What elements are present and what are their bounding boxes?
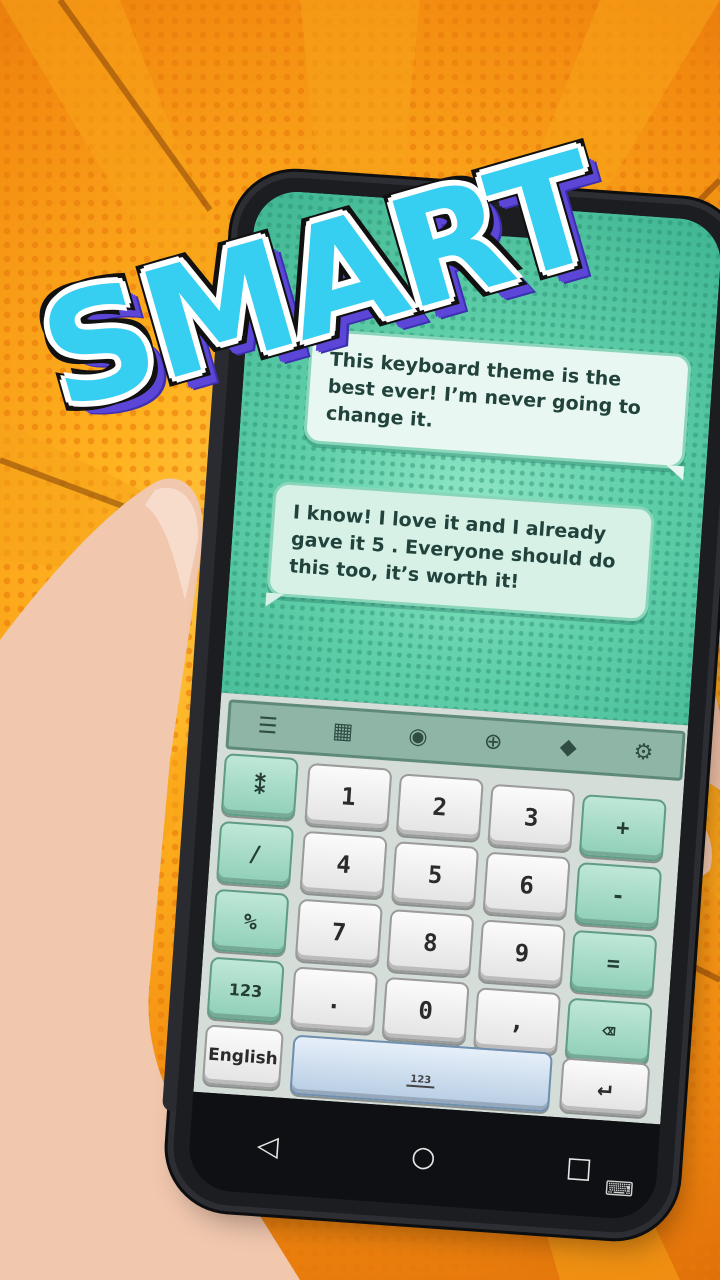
key-5[interactable]: 5: [391, 841, 480, 909]
key-minus[interactable]: -: [574, 861, 663, 930]
keyboard-icon[interactable]: ⌨: [604, 1176, 634, 1202]
key-language-english[interactable]: English: [201, 1024, 284, 1090]
message-text-1: This keyboard theme is the best ever! I’…: [325, 348, 642, 432]
key-comma[interactable]: ,: [473, 987, 562, 1055]
keypad: ⁑ 1 2 3 + / 4 5 6 - % 7 8 9 = 123 . 0 , …: [201, 753, 676, 1119]
backspace-icon[interactable]: ⌫: [564, 997, 653, 1066]
menu-icon[interactable]: ☰: [253, 712, 283, 742]
key-9[interactable]: 9: [477, 919, 566, 988]
chat-area: This keyboard theme is the best ever! I’…: [221, 188, 720, 726]
phone-screen: This keyboard theme is the best ever! I’…: [186, 188, 720, 1222]
enter-icon[interactable]: ↵: [558, 1057, 651, 1118]
message-text-2: I know! I love it and I already gave it …: [288, 501, 617, 594]
key-123[interactable]: 123: [206, 956, 285, 1024]
diamond-icon[interactable]: ◆: [553, 733, 583, 763]
key-7[interactable]: 7: [294, 898, 383, 967]
key-1[interactable]: 1: [304, 762, 393, 831]
back-triangle-icon[interactable]: ◁: [246, 1124, 289, 1167]
key-0[interactable]: 0: [381, 976, 470, 1045]
key-4[interactable]: 4: [299, 830, 388, 899]
sticker-icon[interactable]: ⊕: [478, 728, 508, 758]
key-6[interactable]: 6: [482, 851, 571, 920]
key-equals[interactable]: =: [569, 929, 658, 998]
space-label: 123: [405, 1073, 436, 1089]
theme-icon[interactable]: ▦: [328, 717, 358, 747]
key-slash[interactable]: /: [216, 820, 295, 888]
key-percent[interactable]: %: [211, 888, 290, 956]
key-symbols[interactable]: ⁑: [220, 753, 299, 821]
key-period[interactable]: .: [290, 966, 379, 1035]
key-plus[interactable]: +: [578, 794, 667, 862]
key-8[interactable]: 8: [386, 909, 475, 977]
settings-icon[interactable]: ⚙: [628, 738, 658, 768]
key-3[interactable]: 3: [487, 783, 576, 852]
recents-square-icon[interactable]: □: [558, 1146, 601, 1189]
microphone-icon[interactable]: ◉: [403, 723, 433, 753]
phone: This keyboard theme is the best ever! I’…: [161, 173, 720, 1237]
keyboard: ☰ ▦ ◉ ⊕ ◆ ⚙ ⁑ 1 2 3 + / 4 5 6 - % 7 8 9 …: [193, 692, 689, 1125]
key-2[interactable]: 2: [395, 773, 484, 842]
home-circle-icon[interactable]: ○: [402, 1135, 445, 1178]
